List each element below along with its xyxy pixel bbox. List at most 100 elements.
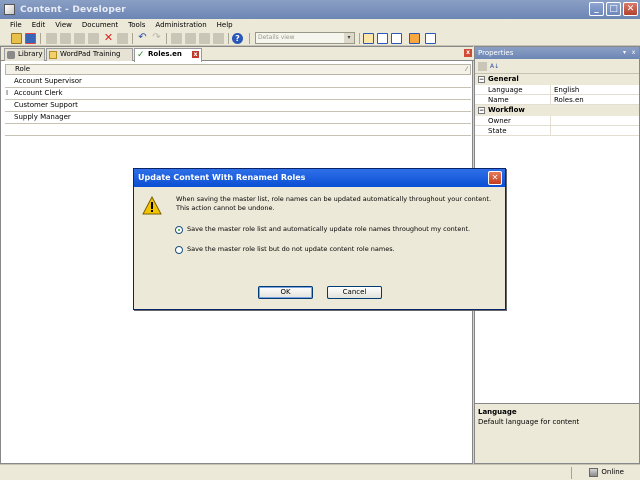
role-cell: Account Clerk [14,89,63,97]
library-icon [7,51,15,59]
radio-update-roles[interactable] [175,225,183,234]
role-cell: Customer Support [14,101,78,109]
wordpad-icon [49,51,57,59]
tab-label: Roles.en [148,50,182,58]
view-select[interactable]: Details view ▾ [255,32,355,44]
menu-administration[interactable]: Administration [155,21,206,29]
radio-keep-roles[interactable] [175,245,183,254]
tab-library[interactable]: Library [4,48,45,61]
property-name: Owner [475,116,551,125]
minimize-button[interactable]: _ [589,2,604,16]
layout-vertical-icon[interactable] [391,33,402,44]
property-value[interactable]: English [551,85,639,94]
properties-title-bar: Properties ▾ x [475,47,639,59]
roles-check-icon: ✓ [137,50,145,60]
pin-icon[interactable]: ▾ [621,49,628,56]
redo-icon[interactable]: ↷ [151,33,162,44]
status-online-label: Online [601,468,624,476]
properties-title: Properties [478,49,514,57]
table-row[interactable]: Supply Manager [5,112,471,124]
move-up-icon[interactable] [199,33,210,44]
description-text: Default language for content [478,418,580,426]
dialog-message: When saving the master list, role names … [176,195,492,212]
property-row-owner[interactable]: Owner [475,116,639,126]
layout-single-icon[interactable] [363,33,374,44]
table-row[interactable]: Customer Support [5,100,471,112]
menu-tools[interactable]: Tools [128,21,145,29]
category-label: General [488,75,519,83]
dialog-title-bar: Update Content With Renamed Roles ✕ [134,169,505,187]
property-value[interactable] [551,116,639,125]
property-name: State [475,126,551,135]
help-icon[interactable]: ? [232,33,243,44]
menu-help[interactable]: Help [217,21,233,29]
indent-icon[interactable] [171,33,182,44]
property-name: Name [475,95,551,104]
property-row-state[interactable]: State [475,126,639,136]
outdent-icon[interactable] [185,33,196,44]
maximize-button[interactable]: □ [606,2,621,16]
table-row[interactable]: I Account Clerk [5,88,471,100]
dialog-title: Update Content With Renamed Roles [138,173,306,182]
status-online: Online [589,468,624,477]
role-cell: Supply Manager [14,113,71,121]
view-select-value: Details view [258,34,295,41]
property-row-name[interactable]: Name Roles.en [475,95,639,105]
ok-button[interactable]: OK [258,286,313,299]
open-folder-icon[interactable] [11,33,22,44]
property-description: Language Default language for content [475,403,639,463]
tab-wordpad-training[interactable]: WordPad Training [46,48,133,61]
property-name: Language [475,85,551,94]
menu-document[interactable]: Document [82,21,118,29]
find-icon[interactable] [88,33,99,44]
table-row[interactable]: Account Supervisor [5,76,471,88]
description-title: Language [478,408,517,416]
dialog-close-button[interactable]: ✕ [488,171,502,185]
close-document-icon[interactable]: x [464,49,472,57]
sort-alpha-icon[interactable]: A↓ [490,62,499,71]
move-down-icon[interactable] [213,33,224,44]
category-workflow[interactable]: − Workflow [475,105,639,116]
collapse-icon[interactable]: − [478,107,485,114]
toolbar-separator [359,33,360,44]
role-cell: Account Supervisor [14,77,82,85]
app-title-bar: Content - Developer _ □ ✕ [0,0,640,19]
undo-icon[interactable]: ↶ [137,33,148,44]
menu-view[interactable]: View [55,21,72,29]
status-separator [571,467,572,479]
tab-roles-en[interactable]: ✓ Roles.en x [134,48,202,62]
close-window-button[interactable]: ✕ [623,2,638,16]
property-value[interactable] [551,126,639,135]
server-icon [589,468,599,477]
property-value[interactable]: Roles.en [551,95,639,104]
option-label[interactable]: Save the master role list and automatica… [187,225,470,234]
paste-icon[interactable] [74,33,85,44]
table-row[interactable] [5,124,471,136]
collapse-icon[interactable]: − [478,76,485,83]
panel-toggle-icon[interactable] [409,33,420,44]
option-label[interactable]: Save the master role list but do not upd… [187,245,395,254]
close-icon[interactable]: x [630,49,637,56]
delete-icon[interactable]: ✕ [103,32,114,44]
option-keep-roles[interactable]: Save the master role list but do not upd… [175,245,395,254]
layout-horizontal-icon[interactable] [377,33,388,44]
roles-grid-header[interactable]: Role ⁄ [5,64,471,75]
chevron-down-icon: ▾ [344,33,354,43]
menu-bar: File Edit View Document Tools Administra… [0,19,640,31]
tab-label: WordPad Training [60,50,121,58]
save-icon[interactable] [25,33,36,44]
cancel-button[interactable]: Cancel [327,286,382,299]
property-row-language[interactable]: Language English [475,85,639,95]
category-general[interactable]: − General [475,74,639,85]
text-cursor-icon: I [6,89,9,97]
properties-pane-icon[interactable] [425,33,436,44]
menu-file[interactable]: File [10,21,22,29]
categorized-icon[interactable] [478,62,487,71]
pin-icon[interactable]: ⁄ [466,65,467,74]
option-update-roles[interactable]: Save the master role list and automatica… [175,225,470,234]
cut-icon[interactable] [46,33,57,44]
properties-icon[interactable] [117,33,128,44]
copy-icon[interactable] [60,33,71,44]
close-tab-icon[interactable]: x [192,51,199,58]
menu-edit[interactable]: Edit [32,21,46,29]
